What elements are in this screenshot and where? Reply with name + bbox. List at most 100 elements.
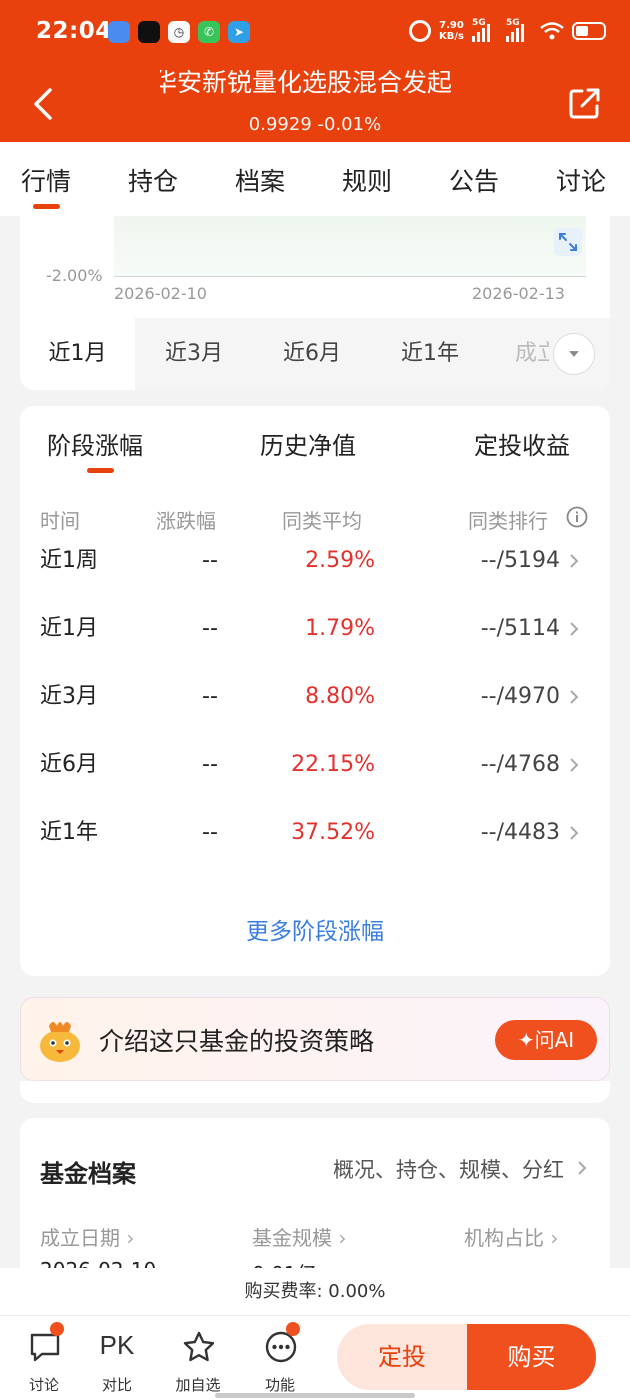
chart-plot-area: [114, 216, 586, 276]
fund-nav-line: 0.9929 -0.01%: [0, 114, 630, 135]
tab-discussion[interactable]: 讨论: [556, 162, 606, 198]
chevron-down-icon[interactable]: [553, 333, 595, 375]
row-rank: --/4970: [480, 684, 560, 709]
row-change: --: [202, 752, 218, 777]
tab-market[interactable]: 行情: [21, 162, 71, 198]
chevron-right-icon: [570, 690, 579, 704]
ask-ai-button[interactable]: ✦问AI: [495, 1020, 597, 1060]
wifi-icon: [540, 22, 564, 40]
telegram-app-icon: ➤: [228, 21, 250, 43]
nav-change: -0.01%: [317, 114, 382, 135]
row-avg: 2.59%: [305, 548, 375, 573]
table-row[interactable]: 近3月 -- 8.80% --/4970: [20, 677, 610, 717]
chevron-right-icon: [578, 1161, 587, 1175]
table-row[interactable]: 近6月 -- 22.15% --/4768: [20, 745, 610, 785]
expand-chart-icon[interactable]: [554, 228, 582, 256]
status-bar: 22:04 ◷ ✆ ➤ 7.90 KB/s 5G 5G: [0, 0, 630, 68]
chevron-right-icon: [570, 622, 579, 636]
signal-type-label: 5G: [506, 18, 520, 28]
chevron-right-icon: [570, 826, 579, 840]
fund-title: 华安新锐量化选股混合发起: [160, 64, 470, 102]
video-app-icon: [138, 21, 160, 43]
share-icon[interactable]: [568, 86, 602, 120]
clock-app-icon: ◷: [168, 21, 190, 43]
signal-icon: 5G: [506, 18, 532, 42]
app-header: 22:04 ◷ ✆ ➤ 7.90 KB/s 5G 5G 华安新锐量化选股混合发起…: [0, 0, 630, 142]
tab-rules[interactable]: 规则: [342, 162, 392, 198]
row-change: --: [202, 616, 218, 641]
performance-card: 阶段涨幅 历史净值 定投收益 时间 涨跌幅 同类平均 同类排行 近1周 -- 2…: [20, 406, 610, 976]
institution-ratio-label-text: 机构占比: [464, 1226, 544, 1250]
mascot-icon: [40, 1022, 80, 1062]
nav-chart-card: -2.00% 2026-02-10 2026-02-13 近1月 近3月 近6月…: [20, 216, 610, 390]
active-tab-indicator: [33, 204, 60, 209]
signal-type-label: 5G: [472, 18, 486, 28]
sip-button[interactable]: 定投: [337, 1324, 467, 1390]
bottom-nav: 讨论 PK 对比 加自选 功能 定投 购买: [0, 1316, 630, 1400]
row-change: --: [202, 548, 218, 573]
pk-icon: PK: [99, 1330, 135, 1360]
row-change: --: [202, 820, 218, 845]
row-avg: 1.79%: [305, 616, 375, 641]
subtab-stage-returns[interactable]: 阶段涨幅: [47, 426, 143, 461]
row-avg: 8.80%: [305, 684, 375, 709]
chevron-right-icon: [570, 758, 579, 772]
ask-ai-label: 问AI: [534, 1028, 575, 1052]
range-1m[interactable]: 近1月: [20, 318, 135, 390]
notes-app-icon: [108, 21, 130, 43]
status-indicators: 7.90 KB/s 5G 5G: [409, 18, 606, 42]
row-period: 近1周: [40, 548, 98, 573]
row-avg: 37.52%: [291, 820, 375, 845]
purchase-fee: 购买费率: 0.00%: [0, 1268, 630, 1316]
signal-icon: 5G: [472, 18, 498, 42]
tab-announcements[interactable]: 公告: [449, 162, 499, 198]
network-speed-unit: KB/s: [439, 31, 464, 42]
chart-x-end: 2026-02-13: [472, 284, 565, 303]
row-period: 近1年: [40, 820, 98, 845]
more-stage-returns-link[interactable]: 更多阶段涨幅: [20, 912, 610, 946]
inception-date-label[interactable]: 成立日期 ›: [40, 1222, 134, 1251]
buy-button[interactable]: 购买: [467, 1324, 596, 1390]
chart-y-tick: -2.00%: [46, 266, 103, 285]
col-change: 涨跌幅: [156, 509, 216, 533]
status-time: 22:04: [36, 18, 112, 44]
tab-profile[interactable]: 档案: [235, 162, 285, 198]
archive-more-link[interactable]: 概况、持仓、规模、分红: [333, 1154, 564, 1184]
ai-banner-text: 介绍这只基金的投资策略: [99, 1027, 375, 1056]
range-1y[interactable]: 近1年: [371, 318, 489, 390]
battery-icon: [572, 22, 606, 40]
table-row[interactable]: 近1年 -- 37.52% --/4483: [20, 813, 610, 853]
notification-icons: ◷ ✆ ➤: [108, 21, 250, 43]
table-row[interactable]: 近1月 -- 1.79% --/5114: [20, 609, 610, 649]
row-rank: --/4483: [480, 820, 560, 845]
range-3m[interactable]: 近3月: [135, 318, 253, 390]
row-rank: --/5114: [480, 616, 560, 641]
row-rank: --/4768: [480, 752, 560, 777]
row-period: 近1月: [40, 616, 98, 641]
subtab-sip-returns[interactable]: 定投收益: [474, 426, 570, 461]
chart-baseline: [114, 276, 586, 277]
row-change: --: [202, 684, 218, 709]
inception-date-label-text: 成立日期: [40, 1226, 120, 1250]
chart-x-start: 2026-02-10: [114, 284, 207, 303]
info-icon[interactable]: [566, 506, 588, 528]
home-indicator: [215, 1393, 415, 1398]
nav-functions-label: 功能: [264, 1376, 295, 1394]
col-period: 时间: [40, 509, 80, 533]
subtab-history-nav[interactable]: 历史净值: [260, 426, 356, 461]
chevron-right-icon: [570, 554, 579, 568]
alarm-icon: [409, 20, 432, 42]
institution-ratio-label[interactable]: 机构占比 ›: [464, 1222, 558, 1251]
range-6m[interactable]: 近6月: [253, 318, 371, 390]
range-since-inception[interactable]: 成立: [489, 318, 549, 390]
row-rank: --/5194: [480, 548, 560, 573]
top-tabs: 行情 持仓 档案 规则 公告 讨论: [0, 142, 630, 216]
fund-size-label[interactable]: 基金规模 ›: [252, 1222, 346, 1251]
tab-holdings[interactable]: 持仓: [128, 162, 178, 198]
ai-strategy-banner[interactable]: 介绍这只基金的投资策略 ✦问AI: [20, 997, 610, 1081]
nav-compare-label: 对比: [101, 1376, 132, 1394]
table-row[interactable]: 近1周 -- 2.59% --/5194: [20, 541, 610, 581]
active-subtab-indicator: [87, 468, 114, 473]
row-period: 近3月: [40, 684, 98, 709]
archive-title: 基金档案: [40, 1160, 136, 1188]
